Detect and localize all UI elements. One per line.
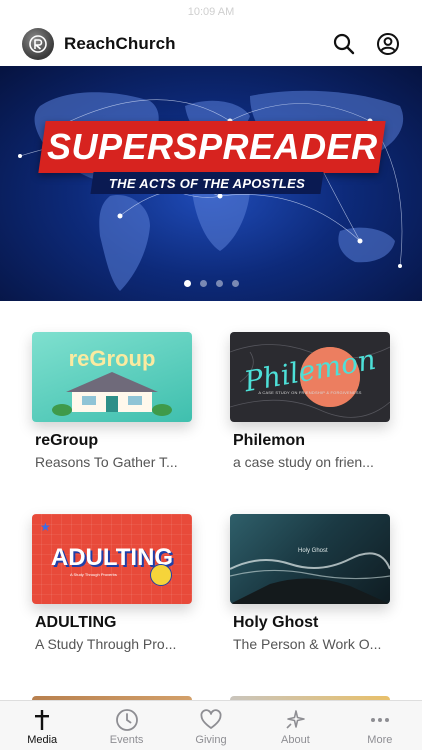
media-card-subtitle: The Person & Work O... <box>233 636 382 652</box>
thumb-text: Holy Ghost <box>298 548 328 554</box>
tab-label: Giving <box>195 734 227 746</box>
hero-subtitle-banner: THE ACTS OF THE APOSTLES <box>90 172 324 194</box>
hero-title: SUPERSPREADER <box>46 126 378 167</box>
media-thumb-holy-ghost: Holy Ghost <box>230 514 390 604</box>
heart-icon <box>200 709 222 729</box>
thumb-caption: A CASE STUDY ON FRIENDSHIP & FORGIVENESS <box>258 390 362 395</box>
carousel-dot-1[interactable] <box>183 280 191 287</box>
media-thumb-adulting: ADULTING A Study Through Proverbs ★ <box>32 514 192 604</box>
tab-about[interactable]: About <box>253 701 337 750</box>
search-icon[interactable] <box>332 32 356 56</box>
media-thumb-regroup: reGroup <box>32 332 192 422</box>
media-card-title: reGroup <box>35 432 99 449</box>
logo-icon <box>22 28 54 60</box>
waves-graphic <box>230 552 390 604</box>
media-card-holy-ghost[interactable]: Holy Ghost Holy Ghost The Person & Work … <box>230 514 390 652</box>
more-icon <box>370 718 389 722</box>
app-header: ReachChurch <box>0 24 422 64</box>
carousel-dot-4[interactable] <box>231 280 239 287</box>
media-card-philemon[interactable]: Philemon A CASE STUDY ON FRIENDSHIP & FO… <box>230 332 390 470</box>
smiley-icon <box>150 564 172 586</box>
thumb-caption: A Study Through Proverbs <box>70 572 117 577</box>
profile-icon[interactable] <box>376 32 400 56</box>
media-card-regroup[interactable]: reGroup reGroup Reasons To Gather T... <box>32 332 192 470</box>
status-bar: 10:09 AM <box>0 0 422 22</box>
hero-title-banner: SUPERSPREADER <box>38 121 386 173</box>
media-card-subtitle: a case study on frien... <box>233 454 374 470</box>
media-thumb-philemon: Philemon A CASE STUDY ON FRIENDSHIP & FO… <box>230 332 390 422</box>
clock-icon <box>115 709 138 731</box>
hero-carousel[interactable]: SUPERSPREADER THE ACTS OF THE APOSTLES <box>0 66 422 301</box>
carousel-dot-2[interactable] <box>199 280 207 287</box>
tab-giving[interactable]: Giving <box>169 701 253 750</box>
media-card-title: Philemon <box>233 432 306 449</box>
media-card-title: Holy Ghost <box>233 614 319 631</box>
sparkle-icon <box>286 710 306 729</box>
cross-icon <box>35 710 50 730</box>
tab-label: Media <box>27 734 58 746</box>
tab-bar: Media Events Giving About More <box>0 700 422 750</box>
media-card-title: ADULTING <box>35 614 117 631</box>
house-graphic <box>52 372 172 416</box>
tab-label: Events <box>109 734 144 746</box>
app-title: ReachChurch <box>64 34 176 53</box>
tab-media[interactable]: Media <box>0 701 84 750</box>
media-card-subtitle: A Study Through Pro... <box>35 636 177 652</box>
media-card-adulting[interactable]: ADULTING A Study Through Proverbs ★ ADUL… <box>32 514 192 652</box>
star-icon: ★ <box>40 520 51 534</box>
logo-glyph <box>29 35 47 53</box>
tab-label: About <box>281 734 310 746</box>
media-card-subtitle: Reasons To Gather T... <box>35 454 178 470</box>
status-time: 10:09 AM <box>187 6 235 18</box>
tab-more[interactable]: More <box>338 701 422 750</box>
carousel-dot-3[interactable] <box>215 280 223 287</box>
tab-label: More <box>367 734 393 746</box>
tab-events[interactable]: Events <box>84 701 168 750</box>
carousel-pagination <box>0 280 422 287</box>
hero-subtitle: THE ACTS OF THE APOSTLES <box>108 175 306 191</box>
